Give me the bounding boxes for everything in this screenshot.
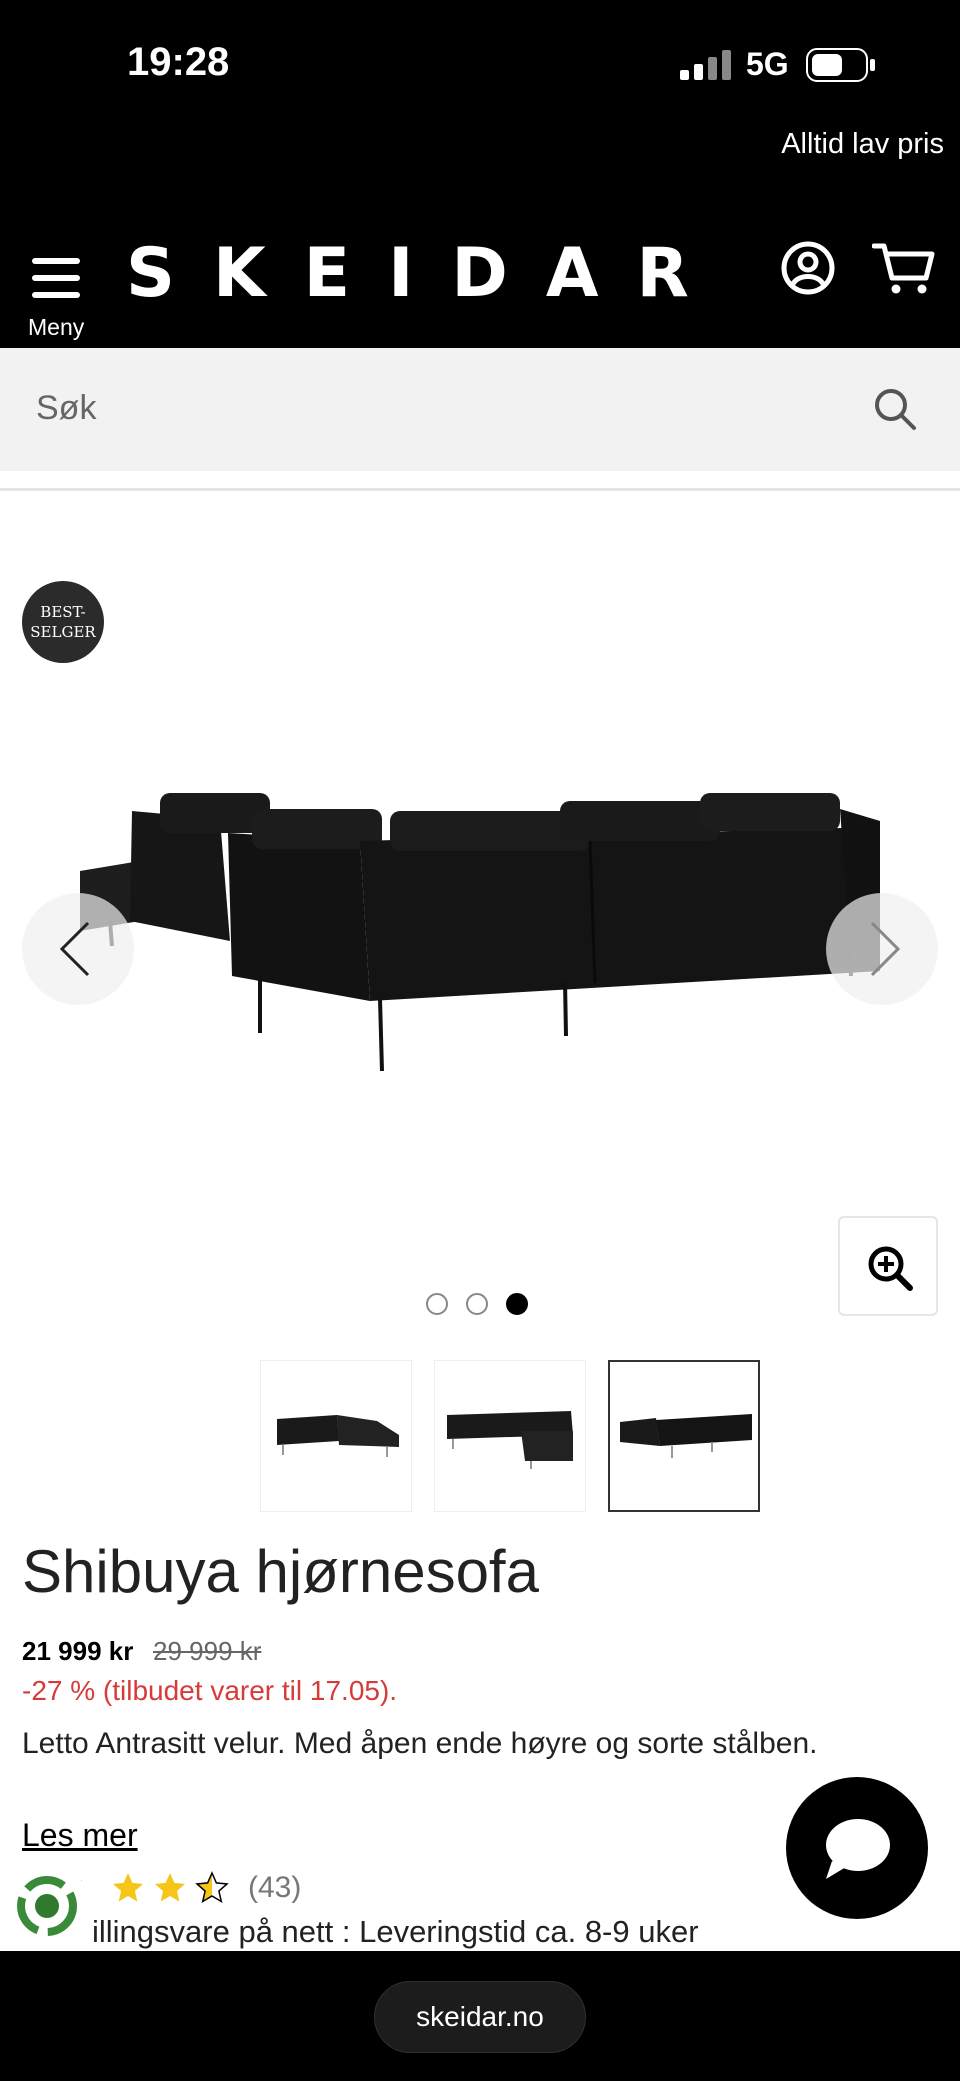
carousel-dots bbox=[426, 1293, 528, 1315]
badge-line-2: SELGER bbox=[30, 623, 96, 641]
sofa-thumbnail-image bbox=[277, 1415, 399, 1457]
hamburger-icon bbox=[32, 258, 80, 298]
menu-button[interactable]: Meny bbox=[22, 246, 92, 340]
star-half-icon bbox=[195, 1871, 229, 1904]
current-price: 21 999 kr bbox=[22, 1636, 134, 1666]
thumbnail-2[interactable] bbox=[434, 1360, 586, 1512]
chat-button[interactable] bbox=[786, 1777, 928, 1919]
status-time: 19:28 bbox=[127, 40, 230, 84]
url-bar[interactable]: skeidar.no bbox=[374, 1981, 586, 2053]
carousel-dot[interactable] bbox=[466, 1293, 488, 1315]
read-more-link[interactable]: Les mer bbox=[22, 1817, 138, 1854]
thumbnail-3[interactable] bbox=[608, 1360, 760, 1512]
chevron-right-icon bbox=[870, 921, 901, 977]
sofa-thumbnail-image bbox=[620, 1414, 752, 1458]
product-description: Letto Antrasitt velur. Med åpen ende høy… bbox=[22, 1727, 818, 1760]
carousel-next-button[interactable] bbox=[826, 893, 938, 1005]
sofa-thumbnail-image bbox=[447, 1411, 573, 1469]
chat-bubble-icon bbox=[826, 1819, 890, 1879]
status-bar: 19:28 5G bbox=[0, 0, 960, 130]
promo-text: Alltid lav pris bbox=[781, 128, 944, 160]
thumbnail-strip bbox=[260, 1360, 760, 1512]
original-price: 29 999 kr bbox=[153, 1636, 262, 1666]
search-bar bbox=[0, 348, 960, 471]
badge-line-1: BEST- bbox=[40, 603, 86, 621]
carousel-dot[interactable] bbox=[426, 1293, 448, 1315]
product-title: Shibuya hjørnesofa bbox=[22, 1538, 539, 1605]
carousel-dot-active[interactable] bbox=[506, 1293, 528, 1315]
network-label: 5G bbox=[746, 46, 789, 82]
discount-text: -27 % (tilbudet varer til 17.05). bbox=[22, 1675, 398, 1706]
zoom-in-icon bbox=[868, 1246, 913, 1291]
signal-icon bbox=[680, 50, 731, 80]
recycle-badge-icon bbox=[17, 1876, 82, 1936]
carousel-prev-button[interactable] bbox=[22, 893, 134, 1005]
zoom-button[interactable] bbox=[838, 1216, 938, 1316]
product-page: BEST- SELGER Shibuya hjørnesofa 21 999 k… bbox=[0, 471, 960, 1951]
account-icon[interactable] bbox=[780, 240, 836, 296]
cart-icon[interactable] bbox=[872, 240, 936, 296]
battery-icon bbox=[806, 48, 875, 82]
star-full-icon bbox=[113, 1873, 143, 1902]
browser-bottom-bar: skeidar.no bbox=[0, 1951, 960, 2081]
product-image[interactable] bbox=[60, 771, 900, 1101]
star-full-icon bbox=[155, 1873, 185, 1902]
delivery-info: illingsvare på nett : Leveringstid ca. 8… bbox=[92, 1914, 699, 1949]
thumbnail-1[interactable] bbox=[260, 1360, 412, 1512]
divider bbox=[0, 488, 960, 491]
search-icon[interactable] bbox=[870, 384, 920, 434]
site-logo[interactable]: SKEIDAR bbox=[126, 234, 727, 313]
bestseller-badge: BEST- SELGER bbox=[22, 581, 104, 663]
rating-stars[interactable]: (43) bbox=[110, 1870, 301, 1906]
menu-label: Meny bbox=[28, 314, 85, 340]
site-header: Meny SKEIDAR bbox=[0, 232, 960, 348]
review-count: (43) bbox=[248, 1871, 302, 1904]
chevron-left-icon bbox=[59, 921, 90, 977]
search-input[interactable] bbox=[36, 378, 836, 438]
